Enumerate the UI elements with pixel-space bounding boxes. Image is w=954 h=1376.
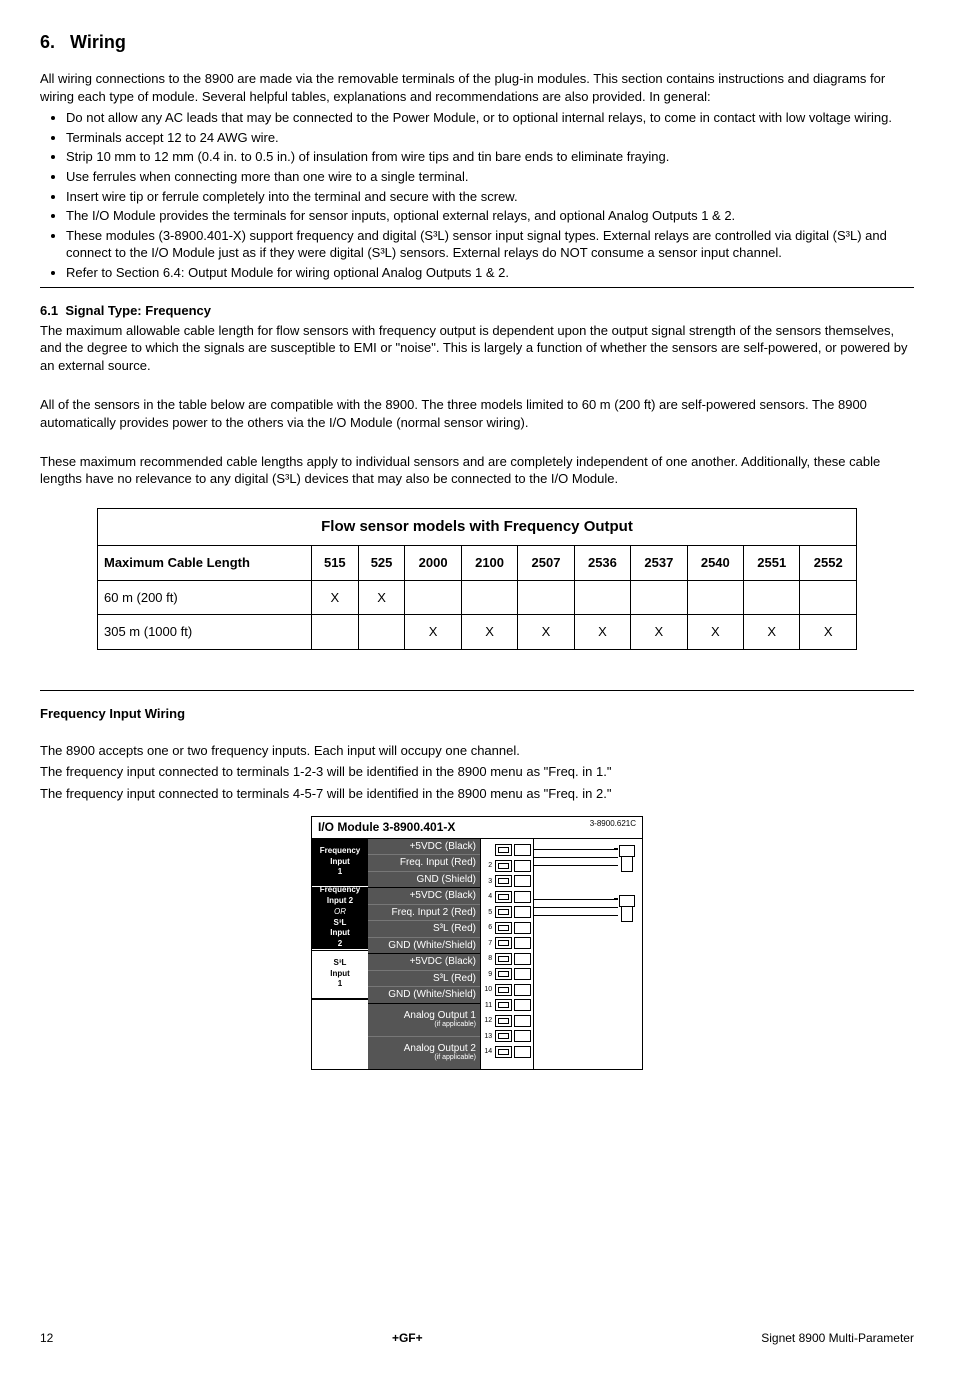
- table-col: 2540: [687, 546, 743, 581]
- bullet-item: Terminals accept 12 to 24 AWG wire.: [66, 129, 914, 147]
- terminal-block: 2 3 4 5 6 7 8 9 10 11 12 13 14: [480, 839, 534, 1069]
- signal-labels: +5VDC (Black) Freq. Input (Red) GND (Shi…: [368, 839, 480, 1069]
- bullet-item: Insert wire tip or ferrule completely in…: [66, 188, 914, 206]
- table-row: 60 m (200 ft) X X: [98, 580, 857, 615]
- table-caption: Flow sensor models with Frequency Output: [98, 508, 857, 545]
- freq-wiring-para: The 8900 accepts one or two frequency in…: [40, 742, 914, 760]
- section-title-text: Wiring: [70, 32, 126, 52]
- flow-sensor-table: Flow sensor models with Frequency Output…: [97, 508, 857, 650]
- footer-page-number: 12: [40, 1330, 53, 1346]
- section-number: 6.: [40, 32, 55, 52]
- sensor-icon: [618, 845, 636, 872]
- external-sensors: [534, 839, 642, 1069]
- bullet-item: The I/O Module provides the terminals fo…: [66, 207, 914, 225]
- table-col: 2000: [405, 546, 461, 581]
- table-col: 2551: [744, 546, 800, 581]
- subsection-para: The maximum allowable cable length for f…: [40, 322, 914, 375]
- wiring-diagram: I/O Module 3-8900.401-X 3-8900.621C Freq…: [311, 816, 643, 1069]
- diagram-group-label-blank: [312, 999, 368, 1064]
- table-col: 2507: [518, 546, 574, 581]
- bullet-item: Strip 10 mm to 12 mm (0.4 in. to 0.5 in.…: [66, 148, 914, 166]
- intro-bullet-list: Do not allow any AC leads that may be co…: [66, 109, 914, 281]
- subsection-para: These maximum recommended cable lengths …: [40, 453, 914, 488]
- bullet-item: Refer to Section 6.4: Output Module for …: [66, 264, 914, 282]
- subsection-heading: 6.1 Signal Type: Frequency: [40, 302, 914, 320]
- table-col: 2537: [631, 546, 687, 581]
- page-footer: 12 +GF+ Signet 8900 Multi-Parameter: [40, 1330, 914, 1346]
- table-col: 2552: [800, 546, 857, 581]
- section-heading: 6. Wiring: [40, 30, 914, 54]
- table-row-header: Maximum Cable Length: [98, 546, 312, 581]
- bullet-item: These modules (3-8900.401-X) support fre…: [66, 227, 914, 262]
- intro-paragraph: All wiring connections to the 8900 are m…: [40, 70, 914, 105]
- table-col: 2536: [574, 546, 630, 581]
- table-col: 2100: [461, 546, 517, 581]
- diagram-code: 3-8900.621C: [590, 819, 636, 835]
- table-row: 305 m (1000 ft) X X X X X X X X: [98, 615, 857, 650]
- bullet-item: Use ferrules when connecting more than o…: [66, 168, 914, 186]
- diagram-group-label: Frequency Input 2 OR S³L Input 2: [312, 887, 368, 950]
- subsection-para: All of the sensors in the table below ar…: [40, 396, 914, 431]
- sensor-icon: [618, 895, 636, 922]
- diagram-group-label: S³L Input 1: [312, 950, 368, 999]
- divider: [40, 690, 914, 691]
- divider: [40, 287, 914, 288]
- table-col: 515: [311, 546, 358, 581]
- freq-wiring-heading: Frequency Input Wiring: [40, 705, 914, 723]
- diagram-group-label: Frequency Input 1: [312, 839, 368, 887]
- freq-wiring-para: The frequency input connected to termina…: [40, 785, 914, 803]
- footer-brand: +GF+: [392, 1330, 423, 1346]
- diagram-title: I/O Module 3-8900.401-X: [318, 819, 455, 835]
- table-col: 525: [358, 546, 405, 581]
- freq-wiring-para: The frequency input connected to termina…: [40, 763, 914, 781]
- bullet-item: Do not allow any AC leads that may be co…: [66, 109, 914, 127]
- footer-product: Signet 8900 Multi-Parameter: [761, 1330, 914, 1346]
